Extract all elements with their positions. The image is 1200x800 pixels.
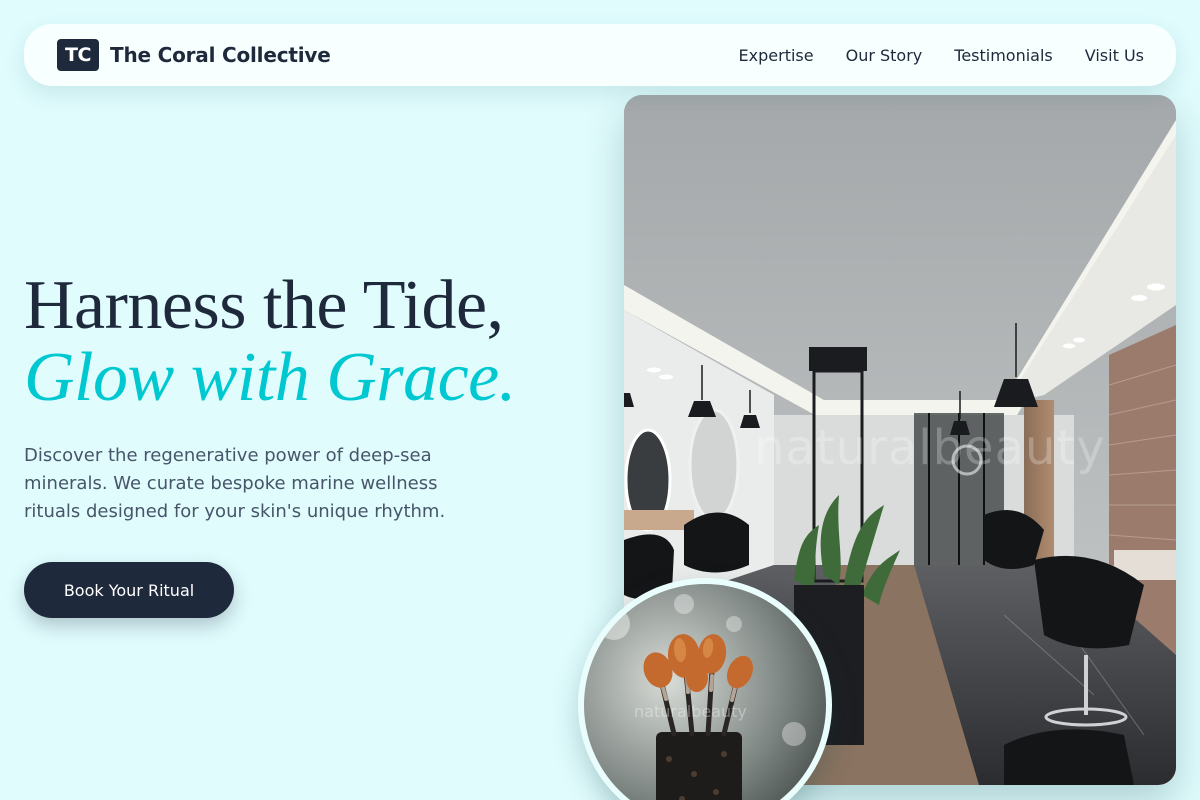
hero-section: Harness the Tide, Glow with Grace. Disco… bbox=[24, 270, 604, 618]
hero-description: Discover the regenerative power of deep-… bbox=[24, 445, 446, 522]
nav-link-our-story[interactable]: Our Story bbox=[846, 46, 923, 65]
nav-link-testimonials[interactable]: Testimonials bbox=[954, 46, 1053, 65]
top-navbar: TC The Coral Collective Expertise Our St… bbox=[24, 24, 1176, 86]
brand[interactable]: TC The Coral Collective bbox=[57, 39, 331, 71]
nav-link-visit-us[interactable]: Visit Us bbox=[1085, 46, 1144, 65]
brushes-watermark: naturalbeauty bbox=[634, 702, 747, 721]
makeup-brushes-photo: naturalbeauty bbox=[584, 584, 826, 800]
headline-line-1: Harness the Tide, bbox=[24, 267, 504, 344]
book-ritual-button[interactable]: Book Your Ritual bbox=[24, 562, 234, 618]
salon-watermark: naturalbeauty bbox=[754, 420, 1106, 476]
brushes-illustration bbox=[584, 584, 826, 800]
main-nav: Expertise Our Story Testimonials Visit U… bbox=[739, 46, 1144, 65]
landing-page: TC The Coral Collective Expertise Our St… bbox=[0, 0, 1200, 800]
brand-logo[interactable]: TC bbox=[57, 39, 99, 71]
nav-link-expertise[interactable]: Expertise bbox=[739, 46, 814, 65]
headline-line-2: Glow with Grace. bbox=[24, 339, 516, 416]
brand-name[interactable]: The Coral Collective bbox=[110, 43, 331, 67]
hero-headline: Harness the Tide, Glow with Grace. bbox=[24, 270, 604, 414]
